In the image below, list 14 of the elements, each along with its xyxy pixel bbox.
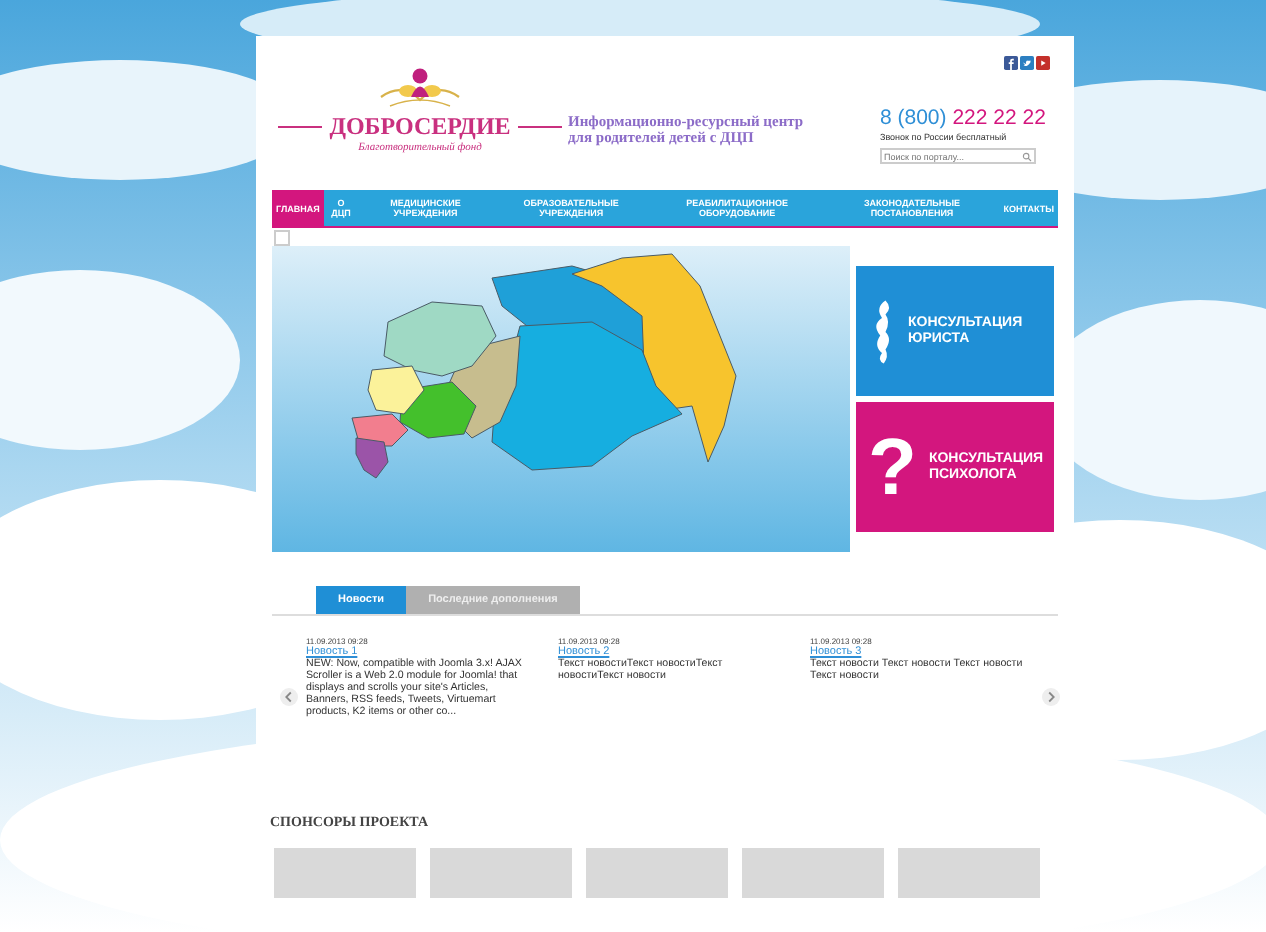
facebook-icon[interactable] [1004, 56, 1018, 70]
sponsor-logo-placeholder [274, 848, 416, 898]
twitter-icon[interactable] [1020, 56, 1034, 70]
sponsor-logo-placeholder [586, 848, 728, 898]
logo-title: ДОБРОСЕРДИЕ [329, 112, 511, 142]
youtube-icon[interactable] [1036, 56, 1050, 70]
search-icon[interactable] [1022, 151, 1032, 161]
sponsor-logo-placeholder [430, 848, 572, 898]
sponsor-logo-placeholder [898, 848, 1040, 898]
previous-arrow-icon[interactable] [280, 687, 298, 705]
phone-number: 8 (800) 222 22 22 [880, 106, 1046, 130]
next-arrow-icon[interactable] [1042, 687, 1060, 705]
sponsor-logo-placeholder [742, 848, 884, 898]
question-mark-glyph: ? [868, 427, 917, 507]
